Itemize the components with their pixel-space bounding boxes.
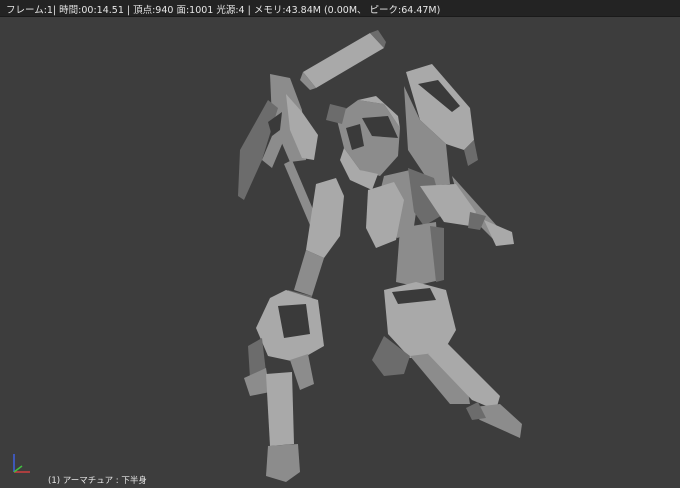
right-leg: [372, 282, 522, 438]
viewport-stats-bar: フレーム:1| 時間:00:14.51 | 頂点:940 面:1001 光源:4…: [0, 0, 680, 17]
left-shoulder-wing: [238, 74, 318, 200]
active-object-label: (1) アーマチュア : 下半身: [48, 476, 147, 486]
viewport-stats-text: フレーム:1| 時間:00:14.51 | 頂点:940 面:1001 光源:4…: [6, 5, 441, 16]
robot-model[interactable]: .l { fill: #a9a9a9; } .m { fill: #8c8c8c…: [0, 0, 680, 488]
floating-fin: [300, 30, 386, 90]
pelvis: [396, 222, 444, 286]
left-leg: [244, 290, 324, 482]
axis-gizmo-icon: [13, 454, 30, 473]
3d-viewport[interactable]: .l { fill: #a9a9a9; } .m { fill: #8c8c8c…: [0, 0, 680, 488]
